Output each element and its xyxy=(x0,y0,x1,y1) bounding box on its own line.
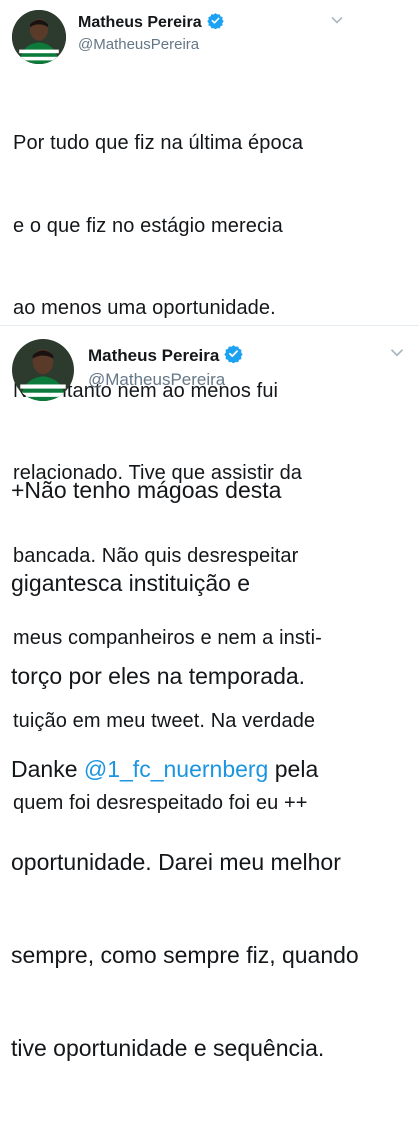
mention-link[interactable]: @1_fc_nuernberg xyxy=(84,756,268,782)
chevron-down-icon[interactable] xyxy=(389,345,405,363)
verified-badge-icon xyxy=(206,12,224,34)
avatar[interactable] xyxy=(12,10,66,64)
tweet-2[interactable]: Matheus Pereira @MatheusPereira +Não ten… xyxy=(0,325,419,1061)
text-segment: Danke xyxy=(11,756,84,782)
author-name[interactable]: Matheus Pereira xyxy=(88,346,219,366)
text-segment: pela xyxy=(268,756,319,782)
author-name[interactable]: Matheus Pereira xyxy=(78,14,202,32)
text-line: Danke @1_fc_nuernberg pela xyxy=(11,754,359,785)
tweet-1[interactable]: Matheus Pereira @MatheusPereira Por tudo… xyxy=(0,0,419,814)
author-handle[interactable]: @MatheusPereira xyxy=(78,36,199,53)
text-line: Por tudo que fiz na última época xyxy=(13,132,304,154)
author-handle[interactable]: @MatheusPereira xyxy=(88,370,225,390)
tweet-text: +Não tenho mágoas desta gigantesca insti… xyxy=(11,413,359,1126)
avatar-photo-icon xyxy=(12,10,66,64)
verified-badge-icon xyxy=(224,344,244,368)
text-line: e o que fiz no estágio merecia xyxy=(13,214,283,237)
avatar-photo-icon xyxy=(12,339,74,401)
avatar[interactable] xyxy=(12,339,74,401)
text-line: oportunidade. Darei meu melhor xyxy=(11,849,341,875)
text-line: tive oportunidade e sequência. xyxy=(11,1035,325,1061)
text-line: gigantesca instituição e xyxy=(11,570,251,596)
text-line: ao menos uma oportunidade. xyxy=(13,297,276,319)
text-line: sempre, como sempre fiz, quando xyxy=(11,942,359,968)
text-line: torço por eles na temporada. xyxy=(11,663,306,689)
text-line: +Não tenho mágoas desta xyxy=(11,477,282,503)
chevron-down-icon[interactable] xyxy=(330,12,344,30)
